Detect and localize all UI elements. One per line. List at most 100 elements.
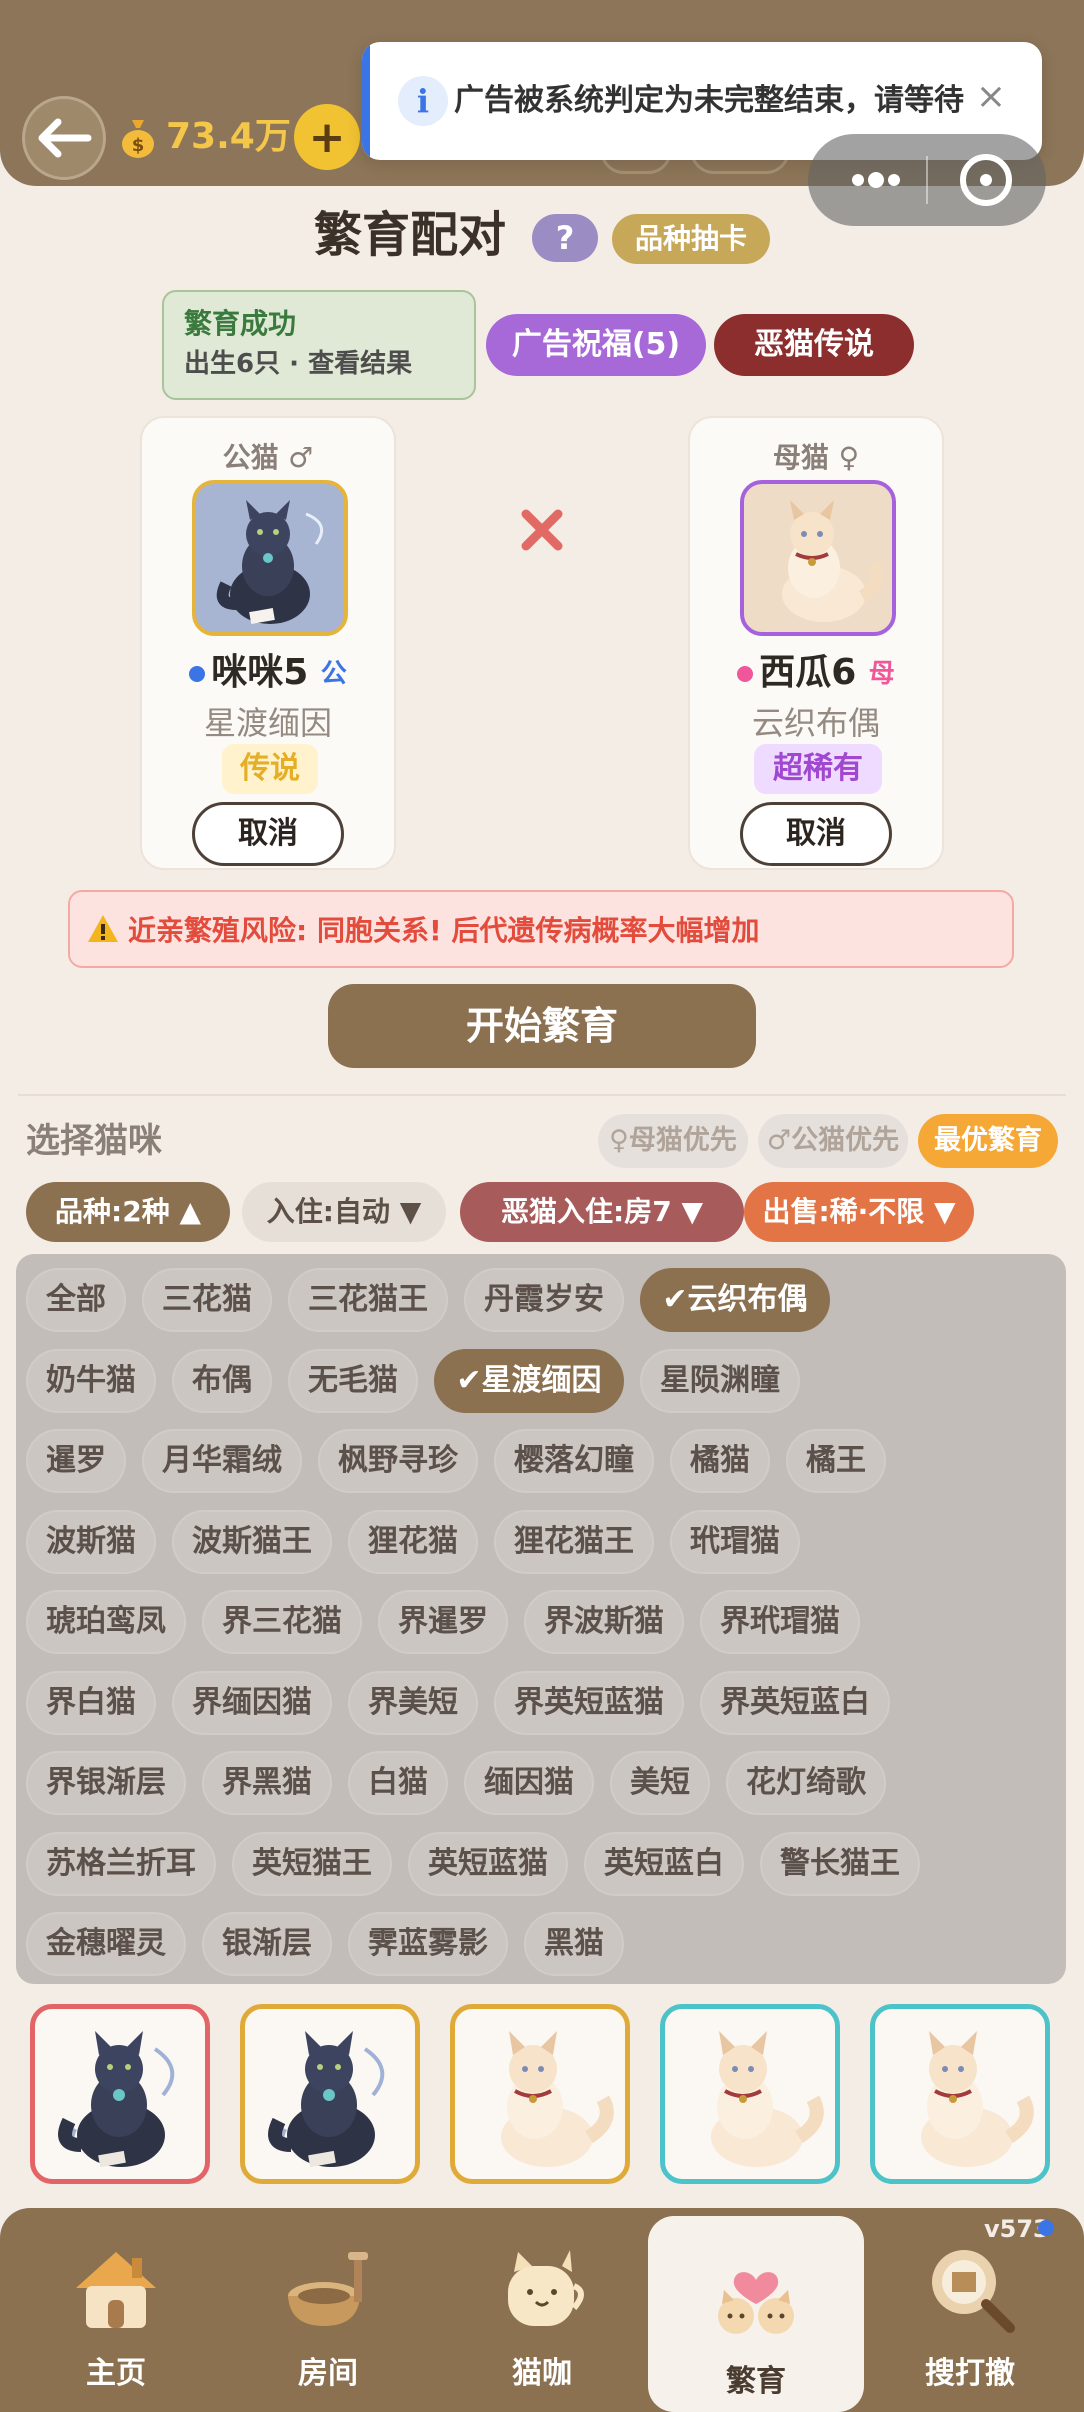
- breed-chip[interactable]: 橘猫: [670, 1429, 770, 1493]
- status-dot: [1038, 2220, 1054, 2236]
- breed-chip[interactable]: 白猫: [348, 1751, 448, 1815]
- breed-chip[interactable]: 界玳瑁猫: [700, 1590, 860, 1654]
- breed-chip[interactable]: 狸花猫: [348, 1509, 478, 1574]
- male-priority-button[interactable]: ♂公猫优先: [758, 1114, 908, 1168]
- breed-chip[interactable]: 界三花猫: [202, 1590, 362, 1654]
- breed-chip[interactable]: 界缅因猫: [172, 1670, 332, 1735]
- breed-success-box[interactable]: 繁育成功 出生6只 · 查看结果: [162, 290, 476, 400]
- nav-room[interactable]: 房间: [220, 2208, 436, 2412]
- male-breed: 星渡缅因: [203, 704, 332, 742]
- success-detail-link[interactable]: 出生6只 · 查看结果: [184, 344, 454, 384]
- close-icon[interactable]: ×: [966, 72, 1016, 122]
- breed-chip[interactable]: 界银渐层: [26, 1751, 186, 1815]
- nav-cafe[interactable]: 猫咖: [434, 2208, 650, 2412]
- female-cat-name: 西瓜6 母: [690, 648, 942, 699]
- female-sex-tag: 母: [868, 659, 895, 689]
- breed-chip[interactable]: 界美短: [348, 1670, 478, 1735]
- breed-chip-selected[interactable]: ✔云织布偶: [640, 1268, 830, 1332]
- breed-chip[interactable]: 黑猫: [524, 1912, 624, 1976]
- breed-chip[interactable]: 三花猫王: [288, 1268, 448, 1332]
- breed-draw-button[interactable]: 品种抽卡: [612, 214, 770, 264]
- breed-chip[interactable]: 月华霜绒: [142, 1429, 302, 1493]
- breed-chip[interactable]: 花灯绮歌: [726, 1751, 886, 1815]
- ragdoll-cat-image: [782, 500, 883, 622]
- female-cat-card: 母猫 ♀ 西瓜6 母 云织布偶 超稀有 取消: [688, 416, 944, 870]
- breed-chip[interactable]: 樱落幻瞳: [494, 1429, 654, 1493]
- cat-thumbnail[interactable]: [240, 2004, 420, 2184]
- evil-cat-filter-dropdown[interactable]: 恶猫入住:房7 ▼: [460, 1182, 744, 1242]
- male-card-header: 公猫 ♂: [222, 441, 314, 474]
- breed-chip[interactable]: 布偶: [172, 1348, 272, 1413]
- breed-chip[interactable]: 界黑猫: [202, 1751, 332, 1815]
- male-cat-avatar[interactable]: [192, 480, 348, 636]
- maine-coon-cat-image: [216, 500, 324, 624]
- breed-chip[interactable]: 奶牛猫: [26, 1348, 156, 1413]
- ad-blessing-button[interactable]: 广告祝福(5): [486, 314, 706, 376]
- nav-home[interactable]: 主页: [8, 2208, 224, 2412]
- male-name-text: 咪咪5: [211, 652, 309, 693]
- breed-chip[interactable]: 三花猫: [142, 1268, 272, 1332]
- nav-breed-active[interactable]: 繁育: [648, 2216, 864, 2412]
- breed-chip-selected[interactable]: ✔星渡缅因: [434, 1348, 624, 1413]
- breed-chip[interactable]: 界白猫: [26, 1670, 156, 1735]
- breed-chip[interactable]: 狸花猫王: [494, 1509, 654, 1574]
- breed-chip[interactable]: 缅因猫: [464, 1751, 594, 1815]
- breed-chip[interactable]: 界暹罗: [378, 1590, 508, 1654]
- more-icon[interactable]: [836, 156, 916, 204]
- breed-chip[interactable]: 玳瑁猫: [670, 1509, 800, 1574]
- breed-chip[interactable]: 枫野寻珍: [318, 1429, 478, 1493]
- breed-chip[interactable]: 警长猫王: [760, 1831, 920, 1896]
- breed-chip[interactable]: 银渐层: [202, 1912, 332, 1976]
- breed-chip[interactable]: 英短蓝白: [584, 1831, 744, 1896]
- search-map-icon: [932, 2250, 1015, 2333]
- male-cat-name: 咪咪5 公: [142, 648, 394, 699]
- toast-message: 广告被系统判定为未完整结束，请等待: [454, 83, 964, 118]
- breed-chip[interactable]: 界英短蓝白: [700, 1670, 890, 1735]
- breed-chip[interactable]: 无毛猫: [288, 1348, 418, 1413]
- info-icon: i: [398, 76, 448, 126]
- male-cancel-button[interactable]: 取消: [192, 802, 344, 866]
- start-breeding-button[interactable]: 开始繁育: [328, 984, 756, 1068]
- breed-chip[interactable]: 苏格兰折耳: [26, 1831, 216, 1896]
- warning-text: 近亲繁殖风险: 同胞关系! 后代遗传病概率大幅增加: [128, 914, 760, 947]
- cat-thumbnail[interactable]: [30, 2004, 210, 2184]
- cat-thumbnail[interactable]: [450, 2004, 630, 2184]
- breed-chip[interactable]: 界波斯猫: [524, 1590, 684, 1654]
- breed-chip[interactable]: 英短猫王: [232, 1831, 392, 1896]
- sale-filter-dropdown[interactable]: 出售:稀·不限 ▼: [744, 1182, 974, 1242]
- breed-hearts-icon: [718, 2272, 794, 2334]
- back-button[interactable]: [22, 96, 106, 180]
- breed-chip[interactable]: 霁蓝雾影: [348, 1912, 508, 1976]
- breed-chip[interactable]: 星陨渊瞳: [640, 1348, 800, 1413]
- cat-thumbnail[interactable]: [870, 2004, 1050, 2184]
- breed-chip[interactable]: 美短: [610, 1751, 710, 1815]
- breed-filter-dropdown[interactable]: 品种:2种 ▲: [26, 1182, 230, 1242]
- male-cat-card: 公猫 ♂ 咪咪5 公 星渡缅因 传说 取消: [140, 416, 396, 870]
- breed-chip[interactable]: 暹罗: [26, 1429, 126, 1493]
- female-cat-avatar[interactable]: [740, 480, 896, 636]
- breed-chip[interactable]: 全部: [26, 1268, 126, 1332]
- nav-label: 主页: [86, 2356, 146, 2391]
- breed-chip[interactable]: 英短蓝猫: [408, 1831, 568, 1896]
- breed-chip[interactable]: 琥珀鸾凤: [26, 1590, 186, 1654]
- breed-chip[interactable]: 橘王: [786, 1429, 886, 1493]
- add-coins-button[interactable]: +: [294, 104, 360, 170]
- breed-chip[interactable]: 波斯猫: [26, 1509, 156, 1574]
- cat-thumbnail[interactable]: [660, 2004, 840, 2184]
- close-miniprogram-icon[interactable]: [960, 154, 1012, 206]
- nav-label: 搜打撤: [925, 2356, 1015, 2391]
- money-bag-icon: $: [122, 120, 154, 158]
- breed-chip[interactable]: 波斯猫王: [172, 1509, 332, 1574]
- select-cat-title: 选择猫咪: [26, 1121, 162, 1161]
- coin-balance: 73.4万: [166, 116, 291, 157]
- evil-cat-legend-button[interactable]: 恶猫传说: [714, 314, 914, 376]
- help-button[interactable]: ?: [532, 214, 598, 262]
- checkin-filter-dropdown[interactable]: 入住:自动 ▼: [242, 1182, 446, 1242]
- breed-chip[interactable]: 金穗曜灵: [26, 1912, 186, 1976]
- svg-text:$: $: [132, 135, 145, 156]
- breed-chip[interactable]: 丹霞岁安: [464, 1268, 624, 1332]
- female-cancel-button[interactable]: 取消: [740, 802, 892, 866]
- best-breeding-button[interactable]: 最优繁育: [918, 1114, 1058, 1168]
- breed-chip[interactable]: 界英短蓝猫: [494, 1670, 684, 1735]
- female-priority-button[interactable]: ♀母猫优先: [598, 1114, 748, 1168]
